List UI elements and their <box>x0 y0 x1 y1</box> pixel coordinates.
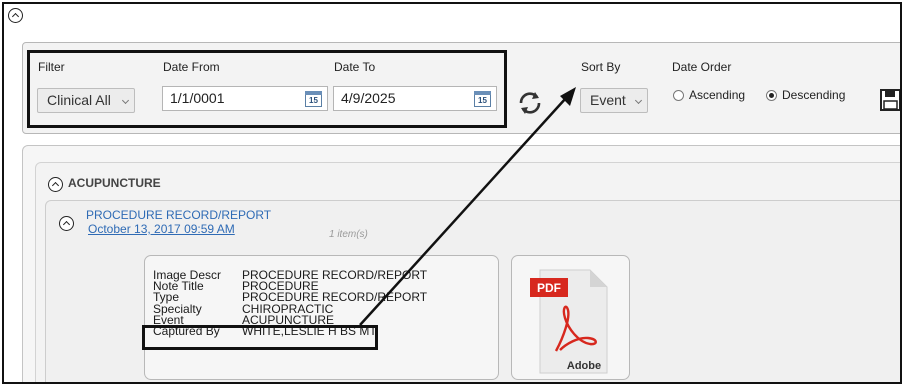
app-window: Filter Clinical All Date From 1/1/0001 1… <box>2 2 902 384</box>
annotation-arrow <box>359 87 576 326</box>
